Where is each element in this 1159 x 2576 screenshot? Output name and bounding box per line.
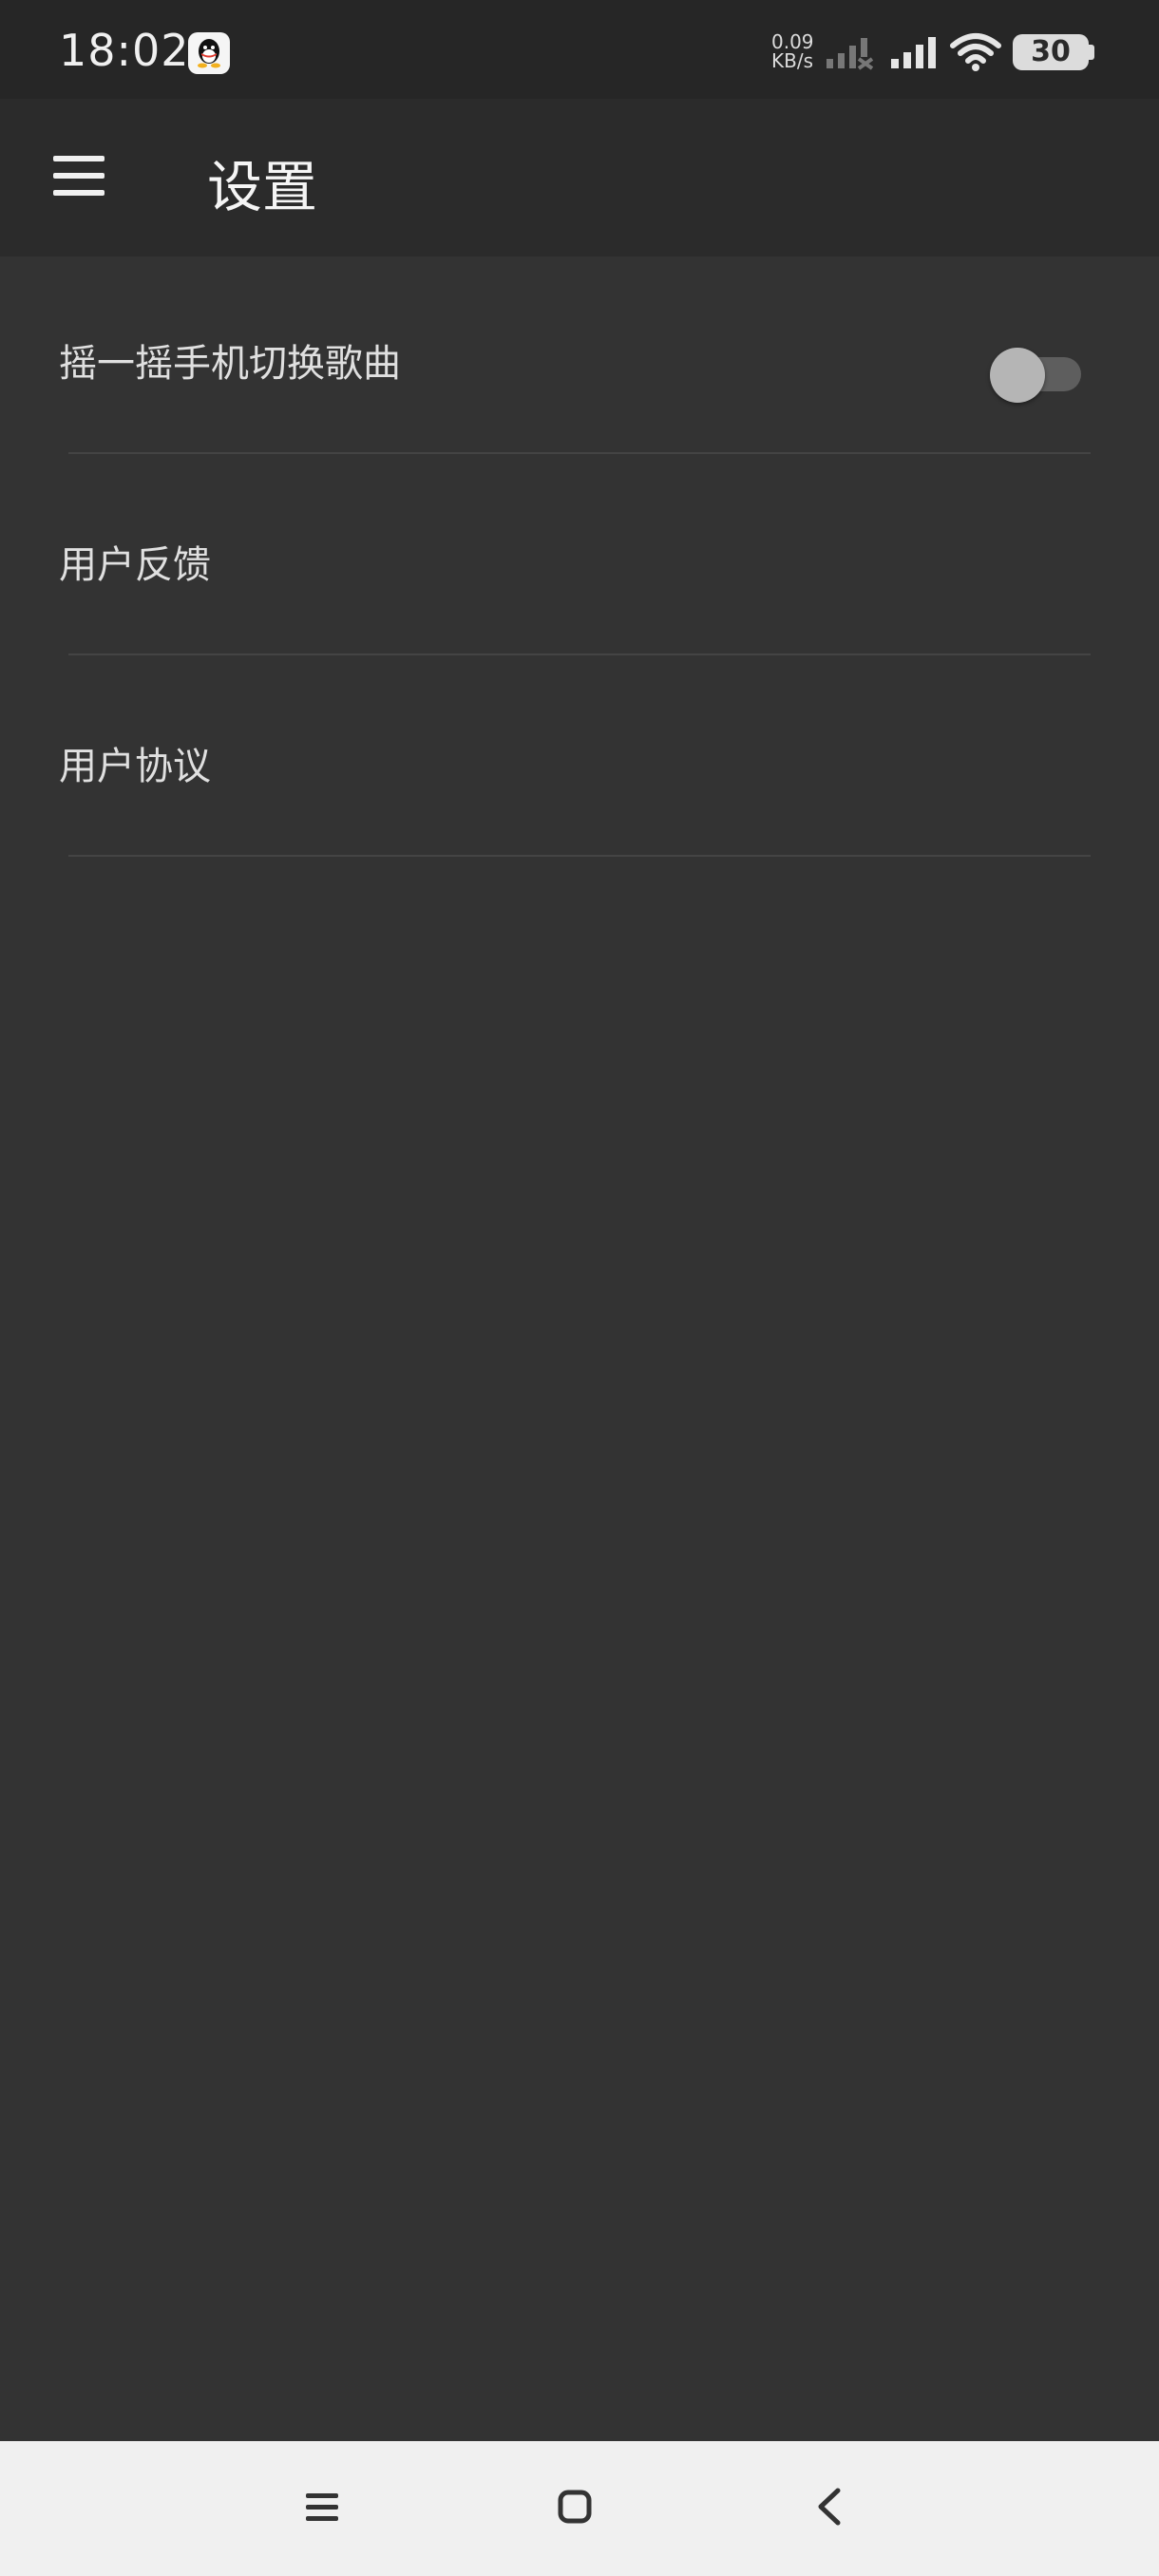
qq-icon [188,32,230,74]
network-speed: 0.09 KB/s [771,32,814,70]
status-time: 18:02 [59,25,190,76]
back-icon[interactable] [813,2487,846,2530]
page-title: 设置 [207,155,318,219]
battery-cap [1089,45,1094,60]
navigation-bar [0,2441,1159,2576]
wifi-icon [950,32,1001,76]
app-bar: 设置 [0,99,1159,256]
settings-item-label: 摇一摇手机切换歌曲 [59,342,401,386]
home-icon[interactable] [557,2489,593,2529]
signal-icon [889,36,942,74]
settings-item-user-agreement[interactable]: 用户协议 [0,655,1159,857]
network-speed-unit: KB/s [771,49,813,72]
signal-icon [825,36,878,74]
toggle-thumb [990,348,1045,403]
hamburger-menu-icon[interactable] [48,156,110,201]
shake-toggle-switch[interactable] [990,342,1081,403]
network-speed-value: 0.09 [771,30,814,53]
settings-item-user-feedback[interactable]: 用户反馈 [0,454,1159,655]
settings-list: 摇一摇手机切换歌曲 用户反馈 用户协议 [0,270,1159,857]
recent-apps-icon[interactable] [304,2491,340,2529]
battery-level: 30 [1031,35,1071,68]
settings-item-label: 用户协议 [59,745,211,788]
divider [68,855,1091,857]
settings-item-shake-switch-song[interactable]: 摇一摇手机切换歌曲 [0,253,1159,454]
settings-item-label: 用户反馈 [59,543,211,587]
status-bar: 18:02 0.09 KB/s 30 [0,0,1159,99]
